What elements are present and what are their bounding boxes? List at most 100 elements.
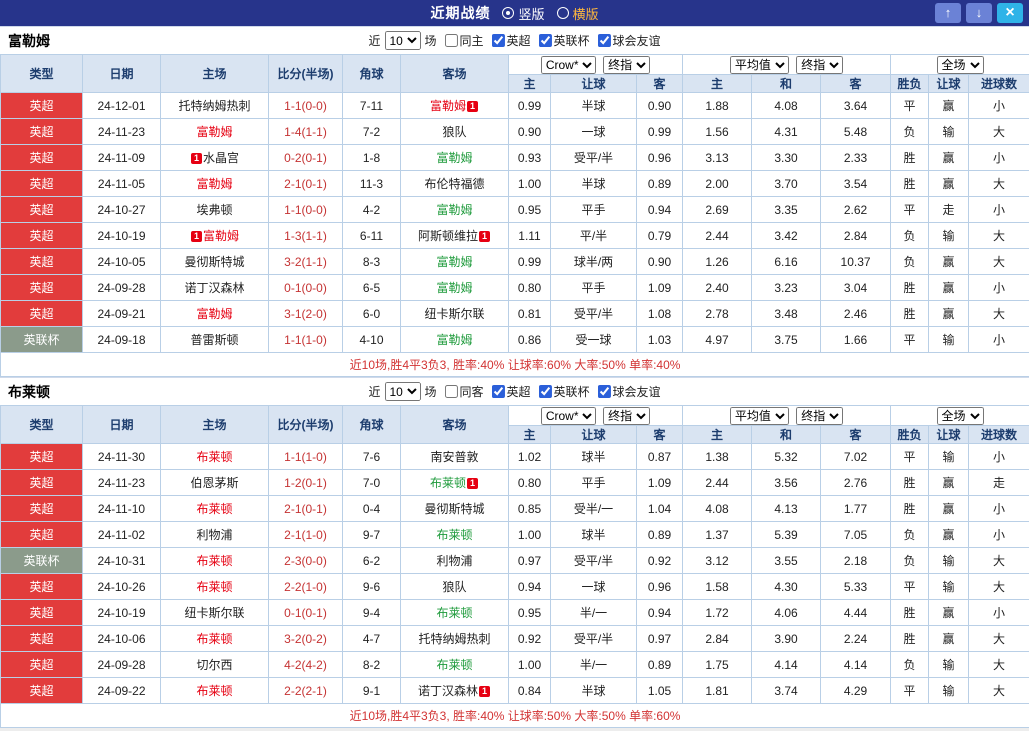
league-filter-friendly[interactable]: 球会友谊 — [594, 32, 661, 49]
avg-home-cell: 2.84 — [682, 625, 753, 652]
away-team-cell: 布伦特福德 — [400, 170, 509, 197]
near-label: 近 — [368, 385, 381, 399]
avg-draw-cell: 4.30 — [751, 573, 822, 600]
winlose-cell: 胜 — [890, 300, 930, 327]
scroll-up-button[interactable]: ↑ — [935, 3, 961, 23]
handicap-cell: 平手 — [550, 274, 637, 301]
team-name-text: 布莱顿 — [196, 554, 233, 568]
odds-time-select[interactable]: 终指 — [603, 55, 651, 74]
team-name-text: 富勒姆 — [436, 255, 473, 269]
league-filter-friendly[interactable]: 球会友谊 — [594, 383, 661, 400]
score-cell: 3-2(0-2) — [268, 625, 343, 652]
handicap-cell: 受半/一 — [550, 495, 637, 522]
radio-selected-icon — [502, 7, 515, 19]
layout-radio-horizontal[interactable]: 横版 — [556, 4, 599, 23]
league-label: 英超 — [506, 385, 531, 399]
team-name-text: 纽卡斯尔联 — [184, 606, 245, 620]
team-name-text: 布莱顿 — [436, 528, 473, 542]
team-name-text: 富勒姆 — [196, 177, 233, 191]
league-label: 英超 — [506, 34, 531, 48]
odds-source-select[interactable]: Crow* — [540, 55, 596, 74]
avg-home-cell: 1.75 — [682, 651, 753, 678]
avg-time-select[interactable]: 终指 — [796, 55, 844, 74]
team-name-text: 布莱顿 — [429, 476, 466, 490]
goals-result-cell: 大 — [968, 677, 1029, 704]
handicap-result-cell: 赢 — [928, 625, 970, 652]
avg-home-cell: 1.72 — [682, 599, 753, 626]
same-venue-filter[interactable]: 同客 — [440, 383, 484, 400]
layout-radio-vertical[interactable]: 竖版 — [502, 4, 545, 23]
corners-cell: 8-2 — [342, 651, 401, 678]
league-filter-premier[interactable]: 英超 — [488, 383, 531, 400]
league-checkbox[interactable] — [538, 34, 552, 47]
scroll-down-button[interactable]: ↓ — [966, 3, 992, 23]
handicap-result-cell: 输 — [928, 677, 970, 704]
league-type-cell: 英超 — [0, 677, 83, 704]
league-type-cell: 英超 — [0, 573, 83, 600]
odds-time-select[interactable]: 终指 — [603, 406, 651, 425]
avg-home-cell: 3.13 — [682, 144, 753, 171]
corners-cell: 7-0 — [342, 469, 401, 496]
same-venue-filter[interactable]: 同主 — [440, 32, 484, 49]
league-type-cell: 英联杯 — [0, 547, 83, 574]
odds-source-select[interactable]: Crow* — [540, 406, 596, 425]
away-team-cell: 狼队 — [400, 573, 509, 600]
handicap-result-cell: 输 — [928, 651, 970, 678]
league-filter-cup[interactable]: 英联杯 — [535, 32, 590, 49]
corners-cell: 11-3 — [342, 170, 401, 197]
avg-select[interactable]: 平均值 — [729, 55, 789, 74]
close-button[interactable]: × — [997, 3, 1023, 23]
red-card-badge: 1 — [479, 231, 490, 242]
league-filter-cup[interactable]: 英联杯 — [535, 383, 590, 400]
goals-result-cell: 小 — [968, 274, 1029, 301]
odds-home-cell: 0.80 — [508, 274, 551, 301]
winlose-cell: 平 — [890, 443, 930, 470]
col-header-odds-away: 客 — [635, 425, 684, 444]
avg-time-select[interactable]: 终指 — [796, 406, 844, 425]
col-header-avg-home: 主 — [682, 74, 753, 93]
league-type-cell: 英超 — [0, 495, 83, 522]
avg-away-cell: 2.33 — [820, 144, 892, 171]
goals-result-cell: 走 — [968, 469, 1029, 496]
col-header-date: 日期 — [82, 54, 161, 93]
home-team-cell: 富勒姆 — [160, 118, 269, 145]
home-team-cell: 1 富勒姆 — [160, 222, 269, 249]
match-date-cell: 24-11-05 — [82, 170, 161, 197]
match-count-select[interactable]: 10 — [384, 382, 421, 401]
match-row: 英超 24-11-23 伯恩茅斯 1-2(0-1) 7-0 布莱顿 1 0.80 平手 1.09 2… — [0, 469, 1029, 496]
league-filter-premier[interactable]: 英超 — [488, 32, 531, 49]
col-header-corners: 角球 — [342, 405, 401, 444]
window-buttons: ↑ ↓ × — [935, 3, 1023, 23]
same-venue-checkbox[interactable] — [444, 34, 458, 47]
corners-cell: 6-2 — [342, 547, 401, 574]
avg-select[interactable]: 平均值 — [729, 406, 789, 425]
league-checkbox[interactable] — [538, 385, 552, 398]
league-checkbox[interactable] — [491, 34, 505, 47]
avg-draw-cell: 4.14 — [751, 651, 822, 678]
league-checkbox[interactable] — [597, 385, 611, 398]
avg-draw-cell: 3.70 — [751, 170, 822, 197]
league-type-cell: 英超 — [0, 469, 83, 496]
match-count-select[interactable]: 10 — [384, 31, 421, 50]
col-header-away: 客场 — [400, 405, 509, 444]
league-checkbox[interactable] — [597, 34, 611, 47]
league-checkbox[interactable] — [491, 385, 505, 398]
match-date-cell: 24-09-28 — [82, 651, 161, 678]
avg-draw-cell: 4.08 — [751, 92, 822, 119]
odds-home-cell: 0.99 — [508, 92, 551, 119]
same-venue-checkbox[interactable] — [444, 385, 458, 398]
odds-home-cell: 0.80 — [508, 469, 551, 496]
avg-home-cell: 1.81 — [682, 677, 753, 704]
match-row: 英超 24-11-02 利物浦 2-1(1-0) 9-7 布莱顿 1.00 球半 0.89 1.3… — [0, 521, 1029, 548]
team-name-text: 诺丁汉森林 — [417, 684, 478, 698]
scope-select[interactable]: 全场 — [936, 406, 984, 425]
scope-select[interactable]: 全场 — [936, 55, 984, 74]
odds-home-cell: 1.02 — [508, 443, 551, 470]
handicap-cell: 半球 — [550, 170, 637, 197]
league-type-cell: 英超 — [0, 196, 83, 223]
summary-line: 近10场,胜4平3负3, 胜率:40% 让球率:50% 大率:50% 单率:60… — [0, 703, 1029, 728]
team-name: 布莱顿 — [8, 383, 50, 400]
match-date-cell: 24-11-02 — [82, 521, 161, 548]
col-header-score: 比分(半场) — [268, 54, 343, 93]
handicap-cell: 球半 — [550, 521, 637, 548]
